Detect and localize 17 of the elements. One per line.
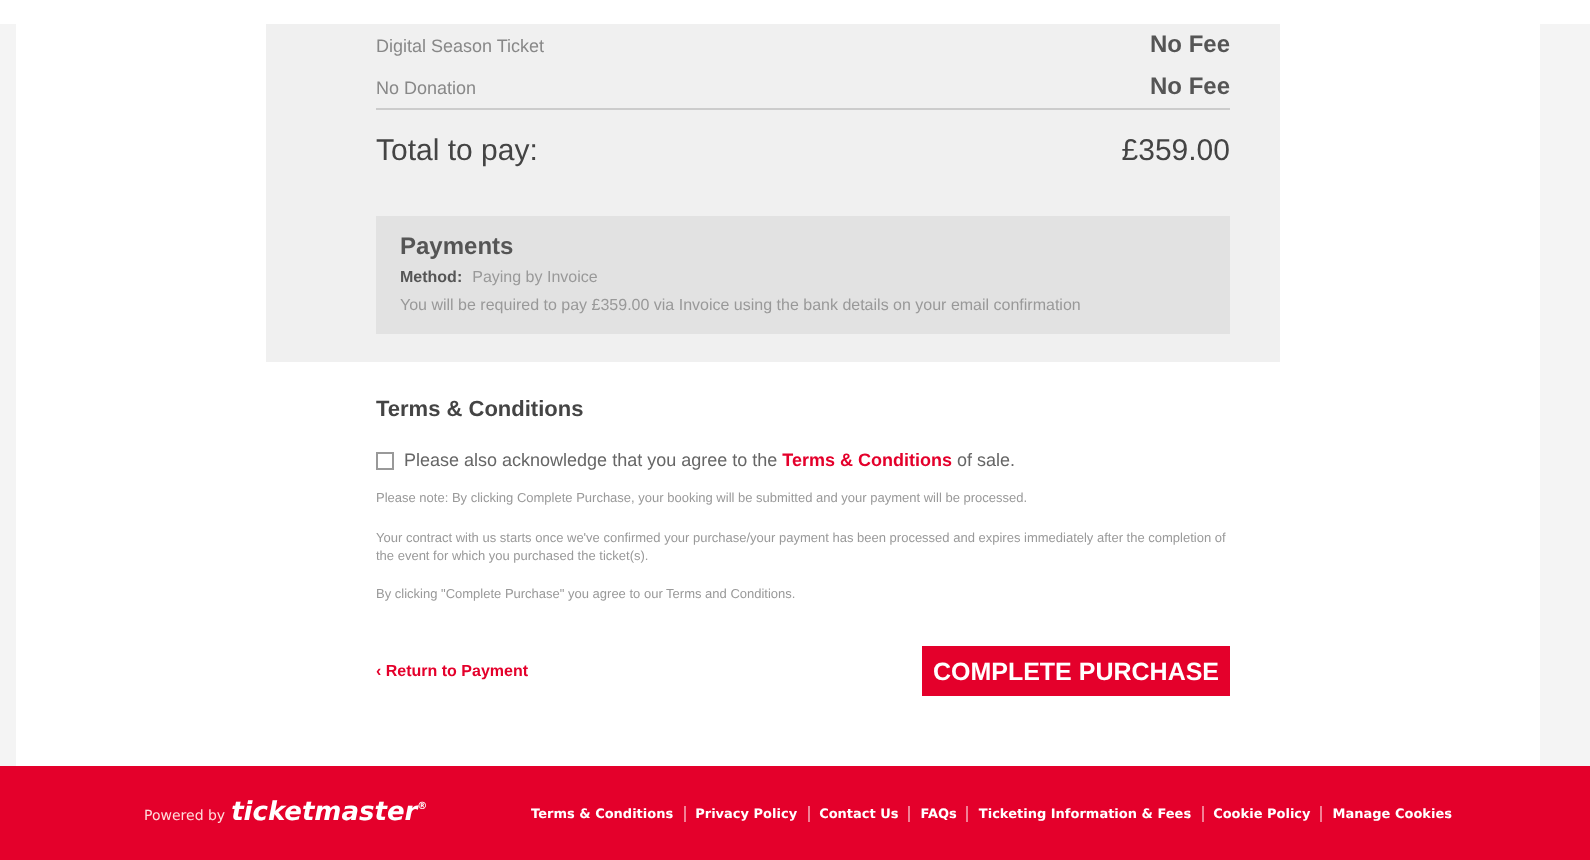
total-label: Total to pay: (376, 134, 538, 168)
brand-logo[interactable]: ticketmaster$^{®}$ (231, 798, 428, 828)
agree-label: Please also acknowledge that you agree to the Terms & Conditions of sale. (404, 450, 1016, 470)
payments-title: Payments (400, 232, 516, 260)
terms-title: Terms & Conditions (376, 398, 586, 422)
complete-purchase-button[interactable]: COMPLETE PURCHASE (922, 646, 1230, 697)
line-label: Digital Season Ticket (376, 34, 545, 60)
payment-note: You will be required to pay £359.00 via Invoice using the bank details on your email confirmation (400, 296, 1083, 314)
agree-checkbox[interactable] (376, 451, 394, 469)
return-link[interactable]: ‹ Return to Payment (376, 662, 529, 681)
terms-link[interactable]: Terms & Conditions (782, 450, 952, 470)
method-label: Method: (400, 268, 463, 286)
method-value: Paying by Invoice (472, 268, 598, 286)
line-value: No Fee (1149, 28, 1230, 62)
total-value: £359.00 (1121, 134, 1230, 168)
line-label: No Donation (376, 76, 477, 102)
line-value: No Fee (1149, 70, 1230, 104)
